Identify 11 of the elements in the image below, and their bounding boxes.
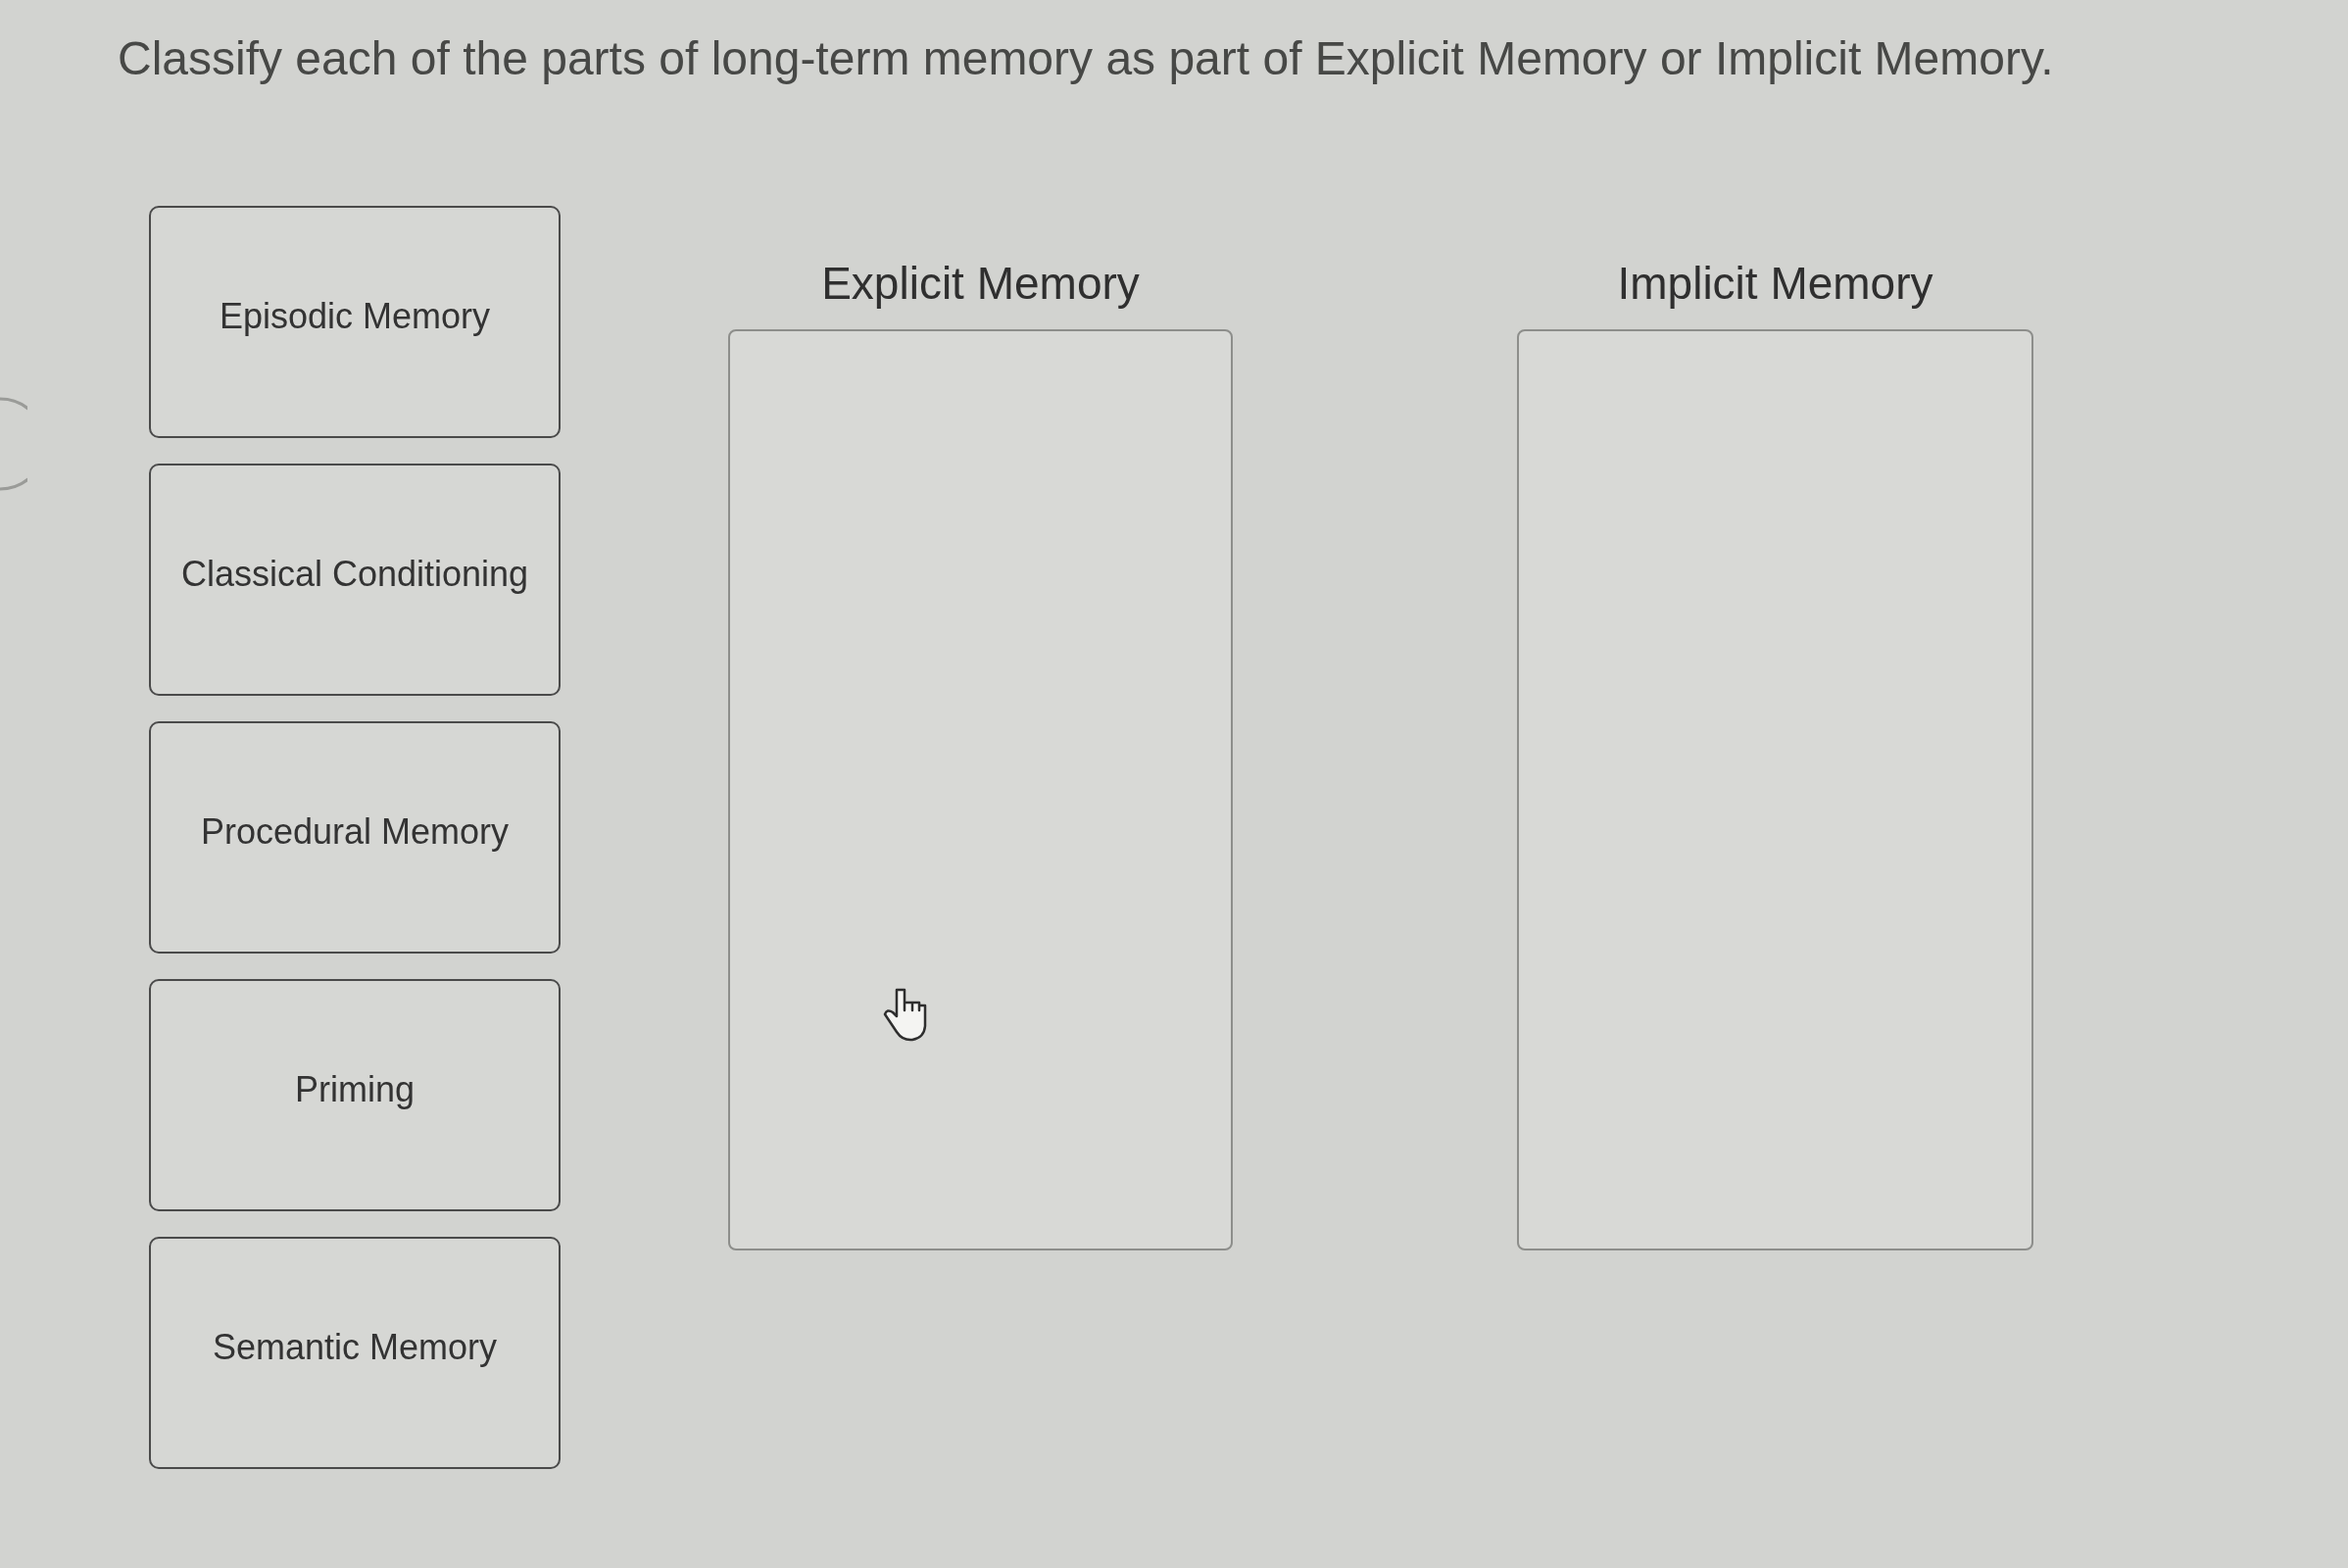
draggable-card[interactable]: Priming xyxy=(149,979,561,1211)
draggable-card[interactable]: Classical Conditioning xyxy=(149,464,561,696)
hand-cursor-icon xyxy=(883,987,928,1044)
category-heading: Explicit Memory xyxy=(821,257,1140,311)
question-text: Classify each of the parts of long-term memory as part of Explicit Memory or Implicit Memory. xyxy=(118,31,2054,86)
drop-zone[interactable] xyxy=(1517,329,2033,1250)
draggable-card[interactable]: Semantic Memory xyxy=(149,1237,561,1469)
category-heading: Implicit Memory xyxy=(1617,257,1933,311)
draggable-card[interactable]: Procedural Memory xyxy=(149,721,561,954)
drop-zone[interactable] xyxy=(728,329,1233,1250)
draggable-card[interactable]: Episodic Memory xyxy=(149,206,561,438)
